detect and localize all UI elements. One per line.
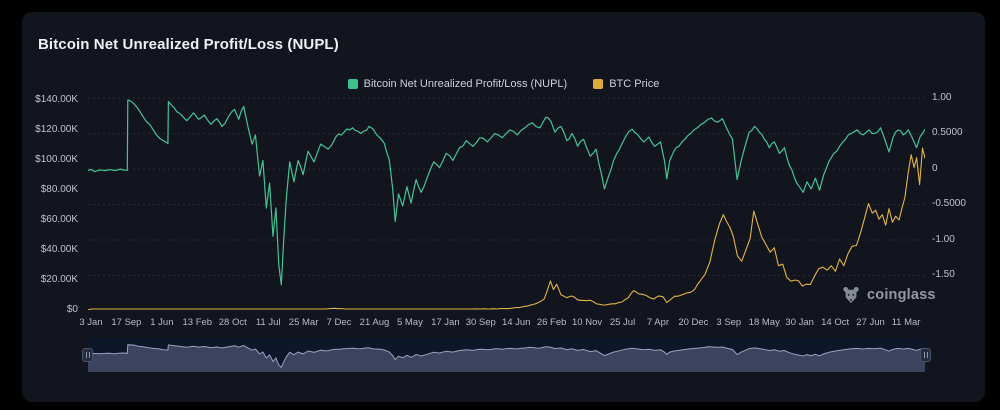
left-axis-tick-label: $100.00K bbox=[35, 154, 78, 165]
legend: Bitcoin Net Unrealized Profit/Loss (NUPL… bbox=[22, 78, 985, 90]
navigator-right-handle[interactable] bbox=[920, 348, 931, 362]
chart-card: Bitcoin Net Unrealized Profit/Loss (NUPL… bbox=[22, 12, 985, 402]
legend-item-nupl[interactable]: Bitcoin Net Unrealized Profit/Loss (NUPL… bbox=[348, 78, 568, 90]
btc-price-legend-swatch-icon bbox=[593, 79, 603, 89]
nupl-series-line bbox=[88, 100, 925, 285]
left-axis-tick-label: $40.00K bbox=[41, 244, 78, 255]
right-axis-tick-label: -1.50 bbox=[932, 269, 955, 280]
plot-area[interactable] bbox=[88, 95, 925, 310]
left-axis-tick-label: $120.00K bbox=[35, 124, 78, 135]
chart-canvas[interactable] bbox=[88, 95, 925, 310]
nupl-legend-label: Bitcoin Net Unrealized Profit/Loss (NUPL… bbox=[364, 78, 568, 90]
left-axis-tick-label: $140.00K bbox=[35, 94, 78, 105]
navigator-minichart bbox=[88, 338, 925, 372]
left-axis-tick-label: $0 bbox=[67, 304, 78, 315]
right-axis-tick-label: -1.00 bbox=[932, 234, 955, 245]
right-axis-tick-label: -0.5000 bbox=[932, 198, 966, 209]
left-axis-tick-label: $80.00K bbox=[41, 184, 78, 195]
x-axis-tick-label: 11 Mar bbox=[883, 317, 929, 328]
navigator-left-handle[interactable] bbox=[82, 348, 93, 362]
left-price-axis: $140.00K $120.00K $100.00K $80.00K $60.00K $4… bbox=[22, 12, 82, 332]
left-axis-tick-label: $20.00K bbox=[41, 274, 78, 285]
coinglass-watermark: coinglass bbox=[842, 286, 936, 304]
navigator-track[interactable] bbox=[88, 338, 925, 372]
right-axis-tick-label: 0 bbox=[932, 163, 938, 174]
right-axis-tick-label: 1.00 bbox=[932, 92, 951, 103]
right-nupl-axis: 1.00 0.5000 0 -0.5000 -1.00 -1.50 bbox=[932, 12, 982, 332]
nupl-legend-swatch-icon bbox=[348, 79, 358, 89]
left-axis-tick-label: $60.00K bbox=[41, 214, 78, 225]
right-axis-tick-label: 0.5000 bbox=[932, 127, 963, 138]
coinglass-bull-icon bbox=[842, 286, 860, 304]
x-axis: 3 Jan17 Sep1 Jun13 Feb28 Oct11 Jul25 Mar… bbox=[88, 317, 925, 331]
coinglass-watermark-text: coinglass bbox=[867, 287, 936, 303]
legend-item-btc-price[interactable]: BTC Price bbox=[593, 78, 659, 90]
btc-price-series-line bbox=[88, 148, 925, 310]
chart-title: Bitcoin Net Unrealized Profit/Loss (NUPL… bbox=[38, 36, 339, 53]
btc-price-legend-label: BTC Price bbox=[609, 78, 659, 90]
